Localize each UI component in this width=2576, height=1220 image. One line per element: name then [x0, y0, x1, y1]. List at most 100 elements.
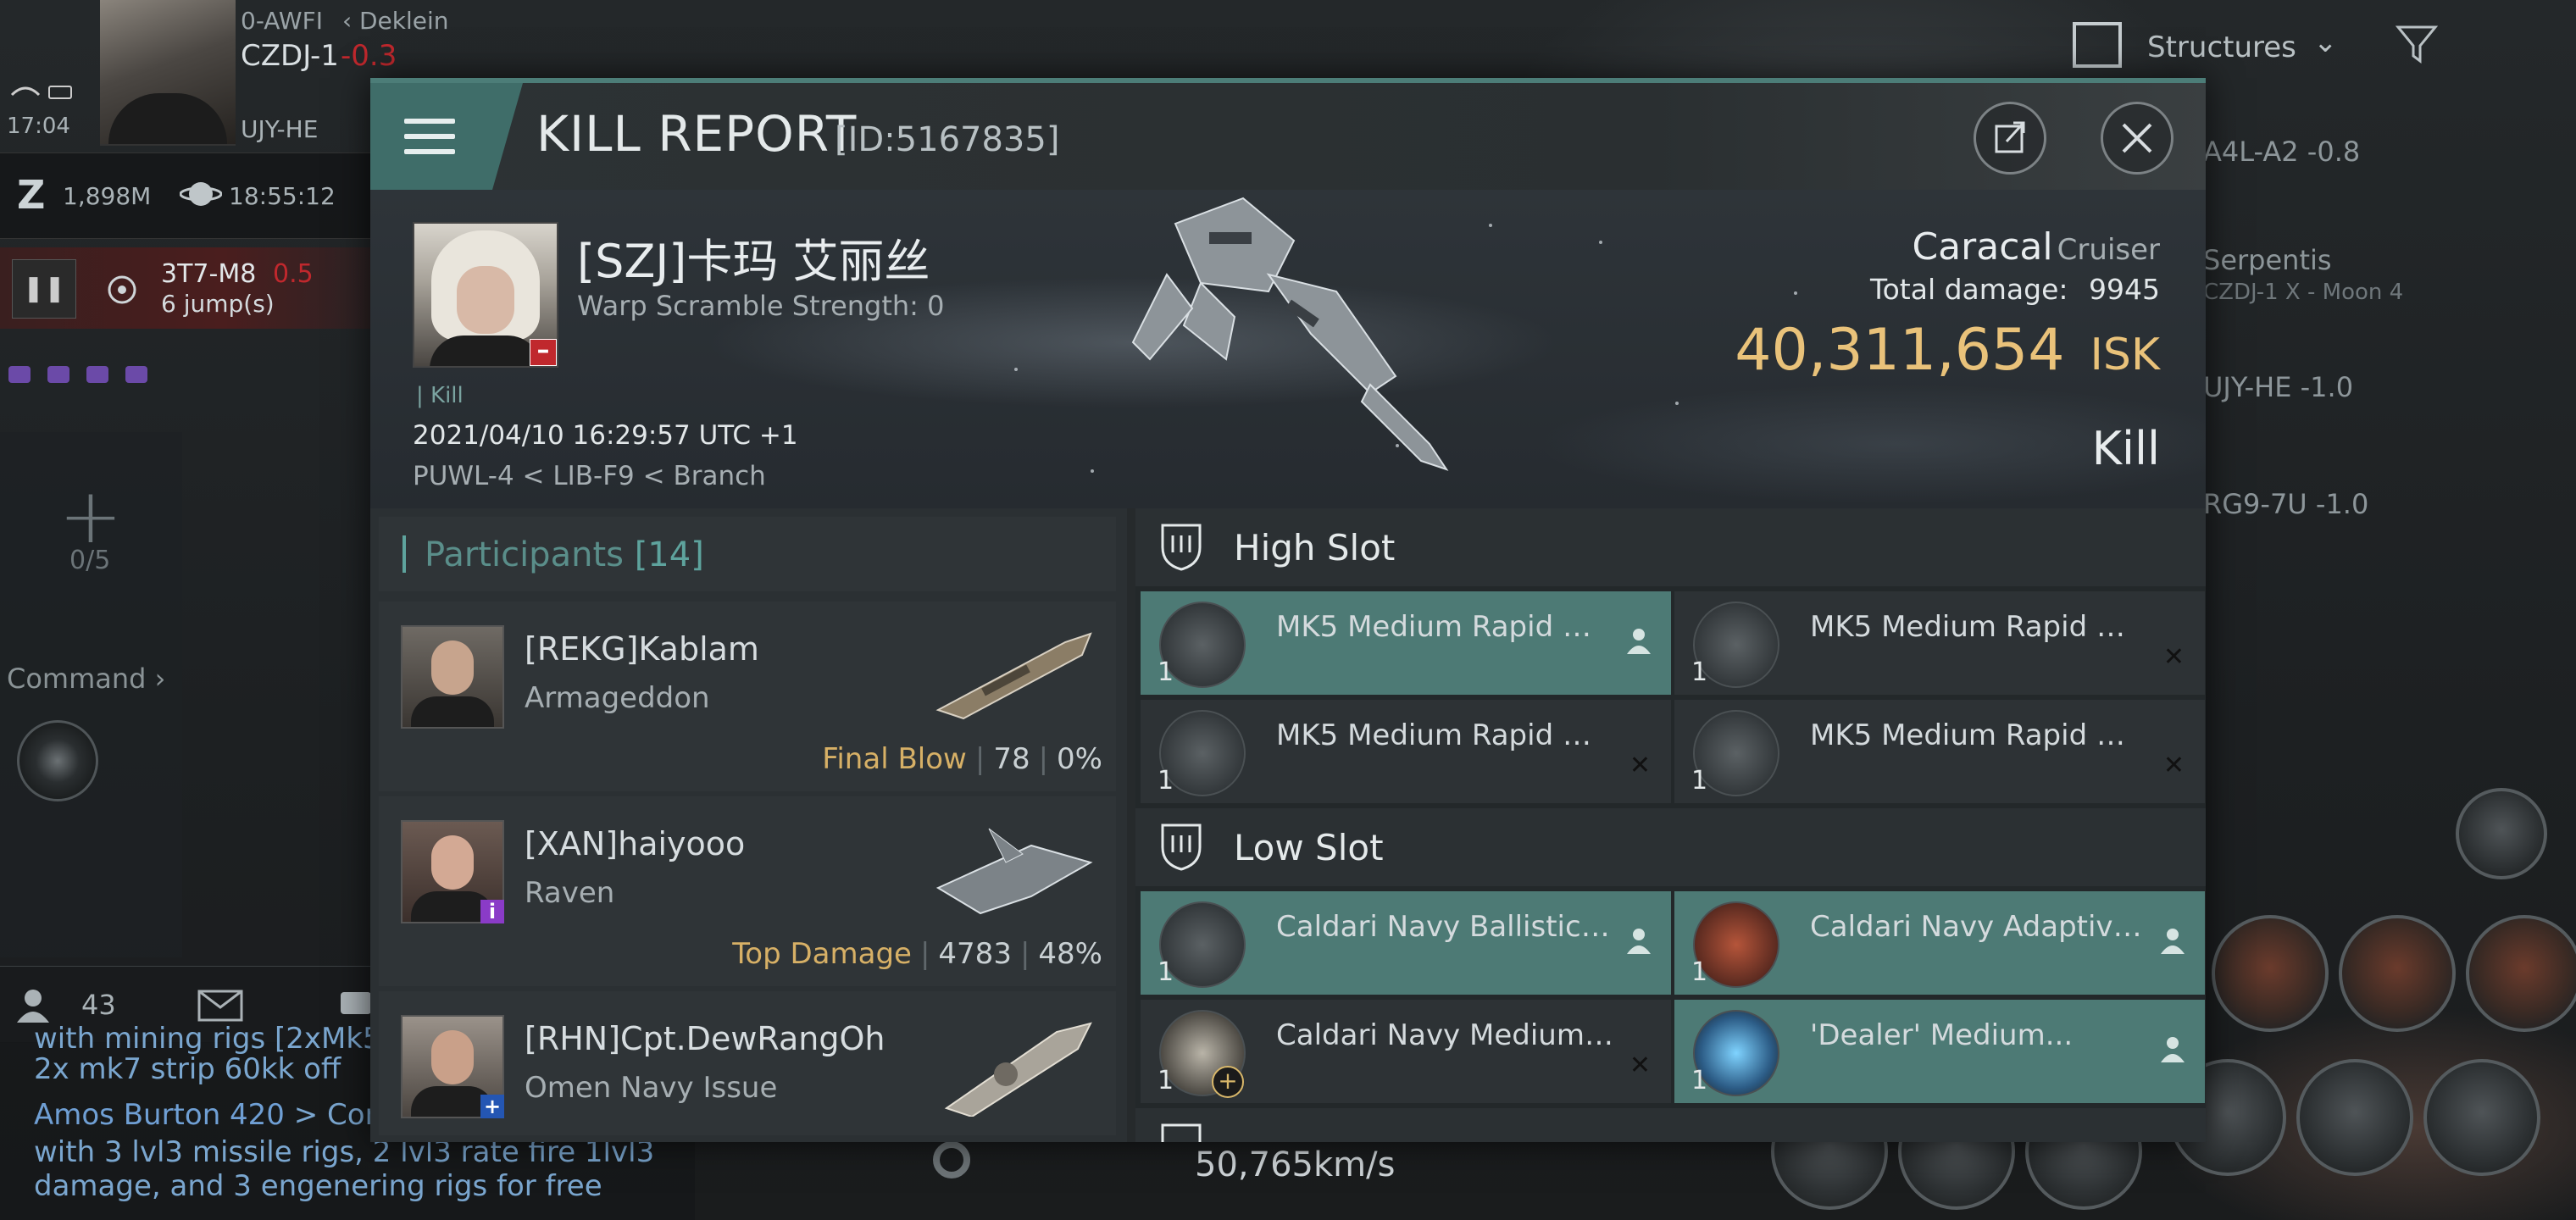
high-slot-header: High Slot — [1135, 508, 2206, 586]
slot-icon — [1161, 1123, 1202, 1142]
fleet-tags-icon — [8, 366, 147, 383]
isk-value: 40,311,654 — [1735, 317, 2065, 384]
ship-image — [935, 632, 1092, 720]
result-label: Kill — [2091, 422, 2160, 475]
speed-readout: 50,765km/s — [1195, 1145, 1396, 1184]
next-system: UJY-HE — [241, 115, 319, 143]
pause-button[interactable]: ❚❚ — [12, 259, 76, 319]
mail-icon[interactable] — [197, 989, 244, 1023]
close-button[interactable] — [2101, 102, 2174, 175]
wifi-icon — [10, 86, 72, 99]
structures-icon — [2073, 22, 2122, 68]
swap-button[interactable] — [2456, 788, 2547, 879]
module-slot[interactable]: 1 'Dealer' Medium... — [1674, 1000, 2205, 1103]
participant-role: Final Blow — [822, 742, 967, 776]
ship-name[interactable]: Caracal — [1912, 225, 2052, 269]
menu-button[interactable] — [370, 83, 523, 190]
overview-item[interactable]: RG9-7U -1.0 — [2203, 488, 2368, 520]
module-name: Caldari Navy Medium Shield ... — [1276, 1018, 1615, 1052]
module-button[interactable] — [2466, 915, 2576, 1032]
isk-unit: ISK — [2090, 330, 2160, 380]
planet-icon — [180, 182, 222, 206]
victim-name[interactable]: [SZJ]卡玛 艾丽丝 — [577, 224, 930, 291]
user-icon — [1627, 629, 1651, 654]
jump-count: 6 jump(s) — [161, 290, 275, 318]
module-slot[interactable]: 1 MK5 Medium Rapid Missile... ✕ — [1141, 700, 1671, 803]
current-system[interactable]: CZDJ-1 — [241, 39, 339, 73]
location: PUWL-4 < LIB-F9 < Branch — [413, 461, 766, 491]
plus-badge-icon: + — [480, 1095, 504, 1118]
warp-security: 0.5 — [273, 259, 314, 289]
kill-report-modal: KILL REPORT [ID:5167835] – [SZJ]卡玛 艾丽丝 W… — [370, 78, 2206, 1142]
module-slot[interactable]: 1 MK5 Medium Rapid Missile... — [1141, 591, 1671, 695]
module-slot[interactable]: 1 Caldari Navy Ballistic Contr... — [1141, 891, 1671, 995]
module-slot[interactable]: 1 MK5 Medium Rapid Missile... ✕ — [1674, 700, 2205, 803]
participant-damage: 78 — [993, 742, 1030, 776]
participant-row[interactable]: + [RHN]Cpt.DewRangOh Omen Navy Issue — [379, 991, 1116, 1135]
participant-role: Top Damage — [732, 937, 912, 971]
overview-item[interactable]: A4L-A2 -0.8 — [2203, 136, 2360, 168]
low-slot-label: Low Slot — [1234, 827, 1384, 868]
module-slot[interactable]: 1 Caldari Navy Adaptive... — [1674, 891, 2205, 995]
overview-item[interactable]: Serpentis — [2203, 244, 2332, 276]
pilot-portrait[interactable] — [100, 0, 236, 146]
filter-icon[interactable] — [2395, 22, 2442, 66]
next-slot-header — [1135, 1108, 2206, 1142]
destroyed-icon: ✕ — [1629, 751, 1651, 780]
participant-ship: Raven — [525, 876, 615, 910]
system-nearby: Deklein — [359, 7, 449, 35]
module-qty: 1 — [1691, 957, 1708, 987]
victim-ship-image — [1131, 197, 1449, 471]
drone-button[interactable] — [2423, 1059, 2540, 1176]
report-id: [ID:5167835] — [835, 120, 1060, 159]
overview-item[interactable]: UJY-HE -1.0 — [2203, 371, 2353, 403]
participants-panel[interactable]: Participants [14] [REKG]Kablam Armageddo… — [370, 508, 1127, 1142]
low-slot-header: Low Slot — [1135, 808, 2206, 886]
fitting-panel[interactable]: High Slot 1 MK5 Medium Rapid Missile... … — [1135, 508, 2206, 1142]
module-qty: 1 — [1158, 1066, 1174, 1095]
ship-info: Caracal Cruiser — [1912, 225, 2160, 269]
participant-row[interactable]: [REKG]Kablam Armageddon Final Blow | 78 | 0% — [379, 602, 1116, 791]
avatar — [401, 625, 504, 729]
participant-stats: Final Blow | 78 | 0% — [822, 742, 1102, 776]
structures-dropdown[interactable]: Structures — [2147, 30, 2296, 64]
drone-button[interactable] — [2296, 1059, 2413, 1176]
module-qty: 1 — [1158, 657, 1174, 687]
chat-sender[interactable]: Amos Burton 420 — [34, 1098, 285, 1132]
module-qty: 1 — [1691, 766, 1708, 796]
low-slot-icon — [1161, 824, 1202, 871]
share-icon — [1995, 121, 2025, 153]
hamburger-icon — [404, 119, 455, 154]
destroyed-icon: ✕ — [2162, 642, 2185, 672]
command-button[interactable]: Command › — [7, 663, 165, 695]
chat-line: with mining rigs [2xMk5 c — [34, 1022, 407, 1056]
kill-tag: | Kill — [416, 383, 464, 408]
warp-scramble: Warp Scramble Strength: 0 — [577, 290, 945, 322]
module-button[interactable] — [2339, 915, 2456, 1032]
participant-name: [XAN]haiyooo — [525, 825, 746, 862]
module-name: MK5 Medium Rapid Missile... — [1810, 718, 2149, 752]
add-icon: + — [1212, 1066, 1244, 1098]
module-slot[interactable]: 1 MK5 Medium Rapid Missile... ✕ — [1674, 591, 2205, 695]
module-qty: 1 — [1158, 766, 1174, 796]
participants-header: Participants [14] — [379, 517, 1116, 591]
chat-icon[interactable] — [339, 989, 373, 1023]
add-slot-icon[interactable]: + — [53, 479, 129, 555]
chat-line: 2x mk7 strip 60kk off — [34, 1052, 341, 1086]
isk-value-wrap: 40,311,654 ISK — [1735, 317, 2160, 384]
local-count: 43 — [81, 989, 116, 1021]
timer: 18:55:12 — [229, 182, 336, 210]
warp-destination: 3T7-M8 — [161, 259, 257, 289]
participant-row[interactable]: i [XAN]haiyooo Raven Top Damage | 4783 | 48% — [379, 796, 1116, 986]
module-slot[interactable]: + 1 Caldari Navy Medium Shield ... ✕ — [1141, 1000, 1671, 1103]
participant-stats: Top Damage | 4783 | 48% — [732, 937, 1102, 971]
module-button[interactable] — [2212, 915, 2329, 1032]
z-icon: Z — [17, 172, 46, 218]
share-button[interactable] — [1974, 102, 2046, 175]
participants-label: Participants — [425, 535, 624, 574]
hud-stats-bar: Z 1,898M 18:55:12 — [0, 152, 373, 239]
user-icon — [1627, 929, 1651, 954]
chevron-down-icon[interactable]: ⌄ — [2313, 25, 2338, 59]
user-icon — [2161, 929, 2185, 954]
command-target-icon[interactable] — [17, 720, 98, 801]
